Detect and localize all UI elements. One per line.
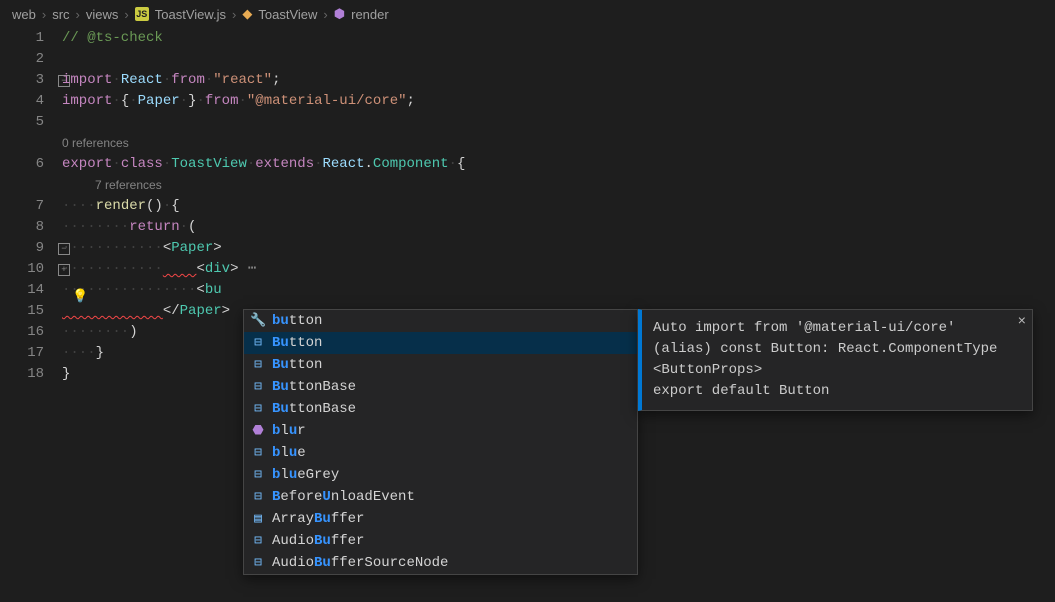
error-squiggle (163, 261, 197, 277)
suggest-label: blur (272, 420, 306, 442)
code-text: // @ts-check (62, 30, 163, 46)
code-text: from (205, 93, 239, 109)
codelens-references[interactable]: 0 references (62, 133, 1055, 154)
suggest-item[interactable]: ⊟ blue (244, 442, 637, 464)
breadcrumb: web › src › views › JS ToastView.js › ◆ … (0, 0, 1055, 28)
breadcrumb-item[interactable]: ToastView (258, 7, 317, 22)
code-text: "@material-ui/core" (247, 93, 407, 109)
suggest-label: ButtonBase (272, 398, 356, 420)
suggest-item[interactable]: ▤ ArrayBuffer (244, 508, 637, 530)
chevron-right-icon: › (42, 7, 46, 22)
code-text: render (96, 198, 146, 214)
code-text: bu (205, 282, 222, 298)
code-text: ToastView (171, 156, 247, 172)
breadcrumb-item[interactable]: web (12, 7, 36, 22)
ref-icon: ⊟ (250, 464, 266, 486)
code-text: React (121, 72, 163, 88)
class-icon: ◆ (242, 6, 252, 22)
suggest-label: Button (272, 332, 322, 354)
detail-text: (alias) const Button: React.ComponentTyp… (653, 339, 1021, 360)
ref-icon: ⊟ (250, 442, 266, 464)
chevron-right-icon: › (232, 7, 236, 22)
code-text: div (205, 261, 230, 277)
suggest-label: ButtonBase (272, 376, 356, 398)
breadcrumb-item[interactable]: ToastView.js (155, 7, 226, 22)
code-text: React (323, 156, 365, 172)
code-text: Paper (180, 303, 222, 319)
code-text: export (62, 156, 112, 172)
suggest-label: AudioBufferSourceNode (272, 552, 448, 574)
suggest-label: BeforeUnloadEvent (272, 486, 415, 508)
suggest-item[interactable]: ⊟ AudioBuffer (244, 530, 637, 552)
suggest-item[interactable]: ⊟ Button (244, 354, 637, 376)
suggest-item[interactable]: ⊟ ButtonBase (244, 376, 637, 398)
code-text: import (62, 93, 112, 109)
enum-icon: ▤ (250, 508, 266, 530)
suggest-item[interactable]: ⊟ blueGrey (244, 464, 637, 486)
suggest-label: Button (272, 354, 322, 376)
wrench-icon: 🔧 (250, 310, 266, 332)
suggest-item[interactable]: ⬣ blur (244, 420, 637, 442)
close-icon[interactable]: × (1018, 312, 1026, 333)
breadcrumb-item[interactable]: render (351, 7, 389, 22)
code-text: class (121, 156, 163, 172)
code-text: return (129, 219, 179, 235)
codelens-references[interactable]: 7 references (62, 175, 1055, 196)
code-text: Component (373, 156, 449, 172)
code-text: extends (255, 156, 314, 172)
suggest-label: blueGrey (272, 464, 339, 486)
code-text: Paper (171, 240, 213, 256)
ref-icon: ⊟ (250, 398, 266, 420)
ref-icon: ⊟ (250, 530, 266, 552)
suggest-label: ArrayBuffer (272, 508, 364, 530)
suggest-item[interactable]: ⊟ AudioBufferSourceNode (244, 552, 637, 574)
ref-icon: ⊟ (250, 376, 266, 398)
suggest-label: button (272, 310, 322, 332)
ref-icon: ⊟ (250, 354, 266, 376)
folded-ellipsis-icon[interactable]: ⋯ (238, 261, 257, 277)
breadcrumb-item[interactable]: src (52, 7, 69, 22)
suggest-item[interactable]: ⊟ BeforeUnloadEvent (244, 486, 637, 508)
chevron-right-icon: › (323, 7, 327, 22)
ref-icon: ⊟ (250, 332, 266, 354)
cube-icon: ⬣ (250, 420, 266, 442)
intellisense-detail-pane: × Auto import from '@material-ui/core' (… (638, 309, 1033, 411)
chevron-right-icon: › (76, 7, 80, 22)
suggest-item[interactable]: ⊟ ButtonBase (244, 398, 637, 420)
ref-icon: ⊟ (250, 486, 266, 508)
chevron-right-icon: › (124, 7, 128, 22)
javascript-file-icon: JS (135, 7, 149, 21)
suggest-label: blue (272, 442, 306, 464)
code-text: Paper (138, 93, 180, 109)
ref-icon: ⊟ (250, 552, 266, 574)
detail-text: <ButtonProps> (653, 360, 1021, 381)
detail-text: Auto import from '@material-ui/core' (653, 318, 1021, 339)
code-text: "react" (213, 72, 272, 88)
suggest-item[interactable]: 🔧 button (244, 310, 637, 332)
method-icon: ⬢ (334, 6, 345, 22)
line-number-gutter: 1 2 3 4 5 6 7 8 9 10 14 15 16 17 18 (0, 28, 62, 385)
detail-text: export default Button (653, 381, 1021, 402)
lightbulb-icon[interactable]: 💡 (72, 286, 88, 307)
intellisense-suggest-list[interactable]: 🔧 button ⊟ Button ⊟ Button ⊟ ButtonBase ⊟ ButtonB… (243, 309, 638, 575)
code-text: import (62, 72, 112, 88)
suggest-label: AudioBuffer (272, 530, 364, 552)
breadcrumb-item[interactable]: views (86, 7, 119, 22)
suggest-item[interactable]: ⊟ Button (244, 332, 637, 354)
code-text: from (171, 72, 205, 88)
